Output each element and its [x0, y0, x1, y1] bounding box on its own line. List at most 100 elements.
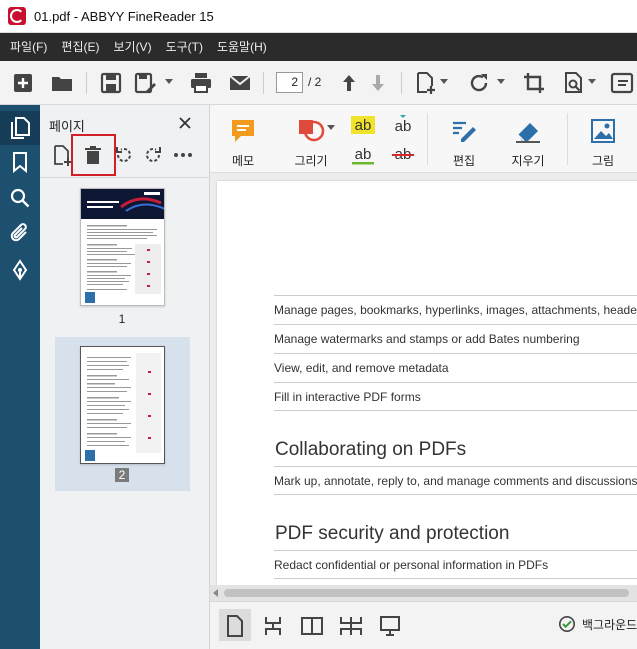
attachments-icon[interactable] [8, 222, 32, 246]
add-page-dropdown-icon[interactable] [440, 79, 448, 84]
scrollbar-thumb[interactable] [224, 589, 629, 597]
edit-ribbon: 메모 그리기 ab ab ab ab 편집 지우기 그림 [210, 105, 637, 173]
toolbar-separator [401, 72, 402, 94]
image-button[interactable]: 그림 [588, 117, 618, 169]
insert-page-icon[interactable] [51, 144, 73, 166]
toolbar-separator [263, 72, 264, 94]
draw-label: 그리기 [294, 154, 328, 168]
compare-icon[interactable] [610, 71, 634, 95]
single-page-view-icon[interactable] [223, 614, 247, 638]
save-icon[interactable] [99, 71, 123, 95]
new-task-icon[interactable] [11, 71, 35, 95]
save-as-icon[interactable] [133, 71, 157, 95]
pages-panel: 페이지 1 2 [40, 105, 210, 649]
menu-file[interactable]: 파일(F) [0, 33, 54, 61]
feature-row: Manage watermarks and stamps or add Bate… [274, 324, 637, 353]
insert-text-button[interactable]: ab [389, 114, 417, 139]
edit-icon [453, 121, 476, 142]
insert-text-icon: ab [395, 115, 412, 135]
page-thumbnail-1[interactable] [80, 188, 165, 306]
erase-label: 지우기 [511, 154, 545, 168]
panel-divider [40, 177, 210, 178]
page-thumbnail-label-1: 1 [118, 312, 126, 326]
draw-dropdown-icon[interactable] [327, 125, 335, 130]
toolbar-separator [86, 72, 87, 94]
eraser-icon [516, 123, 540, 143]
highlight-text-button[interactable]: ab [349, 114, 377, 139]
feature-row: View, edit, and remove metadata [274, 353, 637, 382]
menu-tools[interactable]: 도구(T) [159, 33, 210, 61]
image-icon [591, 119, 615, 143]
page-thumbnail-label-2-text: 2 [114, 468, 130, 482]
title-bar: 01.pdf - ABBYY FineReader 15 [0, 0, 637, 33]
edit-button[interactable]: 편집 [448, 117, 480, 169]
main-toolbar: 2 / 2 [0, 61, 637, 105]
background-recognition-status[interactable]: 백그라운드 [558, 615, 637, 633]
page-number-input[interactable]: 2 [276, 72, 303, 93]
abbyy-logo-icon [8, 7, 26, 25]
scroll-left-icon[interactable] [213, 589, 218, 597]
print-icon[interactable] [189, 71, 213, 95]
rotate-right-icon[interactable] [142, 144, 164, 166]
underline-text-icon: ab [352, 146, 374, 165]
pages-panel-icon[interactable] [8, 116, 32, 140]
email-icon[interactable] [228, 71, 252, 95]
memo-icon [232, 120, 254, 142]
full-screen-icon[interactable] [378, 614, 402, 638]
horizontal-scrollbar[interactable] [210, 585, 637, 601]
more-options-icon[interactable] [172, 144, 194, 166]
scroll-view-icon[interactable] [261, 614, 285, 638]
signatures-icon[interactable] [8, 259, 32, 283]
memo-label: 메모 [231, 154, 255, 168]
page-total: / 2 [308, 75, 322, 89]
open-folder-icon[interactable] [50, 71, 74, 95]
save-dropdown-icon[interactable] [165, 79, 173, 84]
feature-row: Fill in interactive PDF forms [274, 382, 637, 411]
crop-icon[interactable] [522, 71, 546, 95]
memo-button[interactable]: 메모 [228, 117, 258, 169]
search-icon[interactable] [8, 186, 32, 210]
section-heading: Collaborating on PDFs [275, 439, 467, 460]
document-view[interactable]: Manage pages, bookmarks, hyperlinks, ima… [210, 173, 637, 585]
svg-text:ab: ab [355, 117, 372, 134]
next-page-icon[interactable] [366, 71, 390, 95]
checkmark-icon [558, 615, 576, 633]
ribbon-separator [567, 113, 568, 165]
strikethrough-text-button[interactable]: ab [389, 144, 417, 169]
page-thumbnail-label-2: 2 [114, 468, 130, 482]
rotate-dropdown-icon[interactable] [497, 79, 505, 84]
svg-text:ab: ab [395, 118, 412, 135]
feature-row: Mark up, annotate, reply to, and manage … [274, 466, 637, 495]
left-navigation-rail [0, 105, 40, 649]
add-page-icon[interactable] [413, 71, 437, 95]
menu-help[interactable]: 도움말(H) [210, 33, 274, 61]
delete-page-highlight [71, 134, 116, 176]
rotate-left-icon[interactable] [113, 144, 135, 166]
document-page: Manage pages, bookmarks, hyperlinks, ima… [217, 181, 637, 585]
menu-view[interactable]: 보기(V) [106, 33, 158, 61]
bookmarks-icon[interactable] [8, 150, 32, 174]
rotate-icon[interactable] [467, 71, 491, 95]
ribbon-separator [427, 113, 428, 165]
window-title: 01.pdf - ABBYY FineReader 15 [34, 8, 214, 24]
edit-label: 편집 [452, 154, 476, 168]
background-status-label: 백그라운드 [582, 617, 637, 632]
panel-title: 페이지 [49, 119, 85, 134]
two-page-view-icon[interactable] [300, 614, 324, 638]
erase-button[interactable]: 지우기 [508, 117, 548, 169]
page-thumbnail-2[interactable] [80, 346, 165, 464]
highlight-text-icon: ab [351, 116, 375, 134]
image-label: 그림 [591, 154, 615, 168]
page-search-dropdown-icon[interactable] [588, 79, 596, 84]
feature-row: Manage pages, bookmarks, hyperlinks, ima… [274, 295, 637, 324]
menu-bar: 파일(F) 편집(E) 보기(V) 도구(T) 도움말(H) [0, 33, 637, 61]
page-search-icon[interactable] [562, 71, 586, 95]
previous-page-icon[interactable] [337, 71, 361, 95]
underline-text-button[interactable]: ab [349, 144, 377, 169]
menu-edit[interactable]: 편집(E) [54, 33, 106, 61]
close-icon[interactable] [177, 115, 193, 131]
draw-icon [299, 120, 325, 142]
two-page-scroll-view-icon[interactable] [339, 614, 363, 638]
strikethrough-text-icon: ab [392, 146, 414, 163]
view-mode-bar: 백그라운드 [210, 601, 637, 649]
